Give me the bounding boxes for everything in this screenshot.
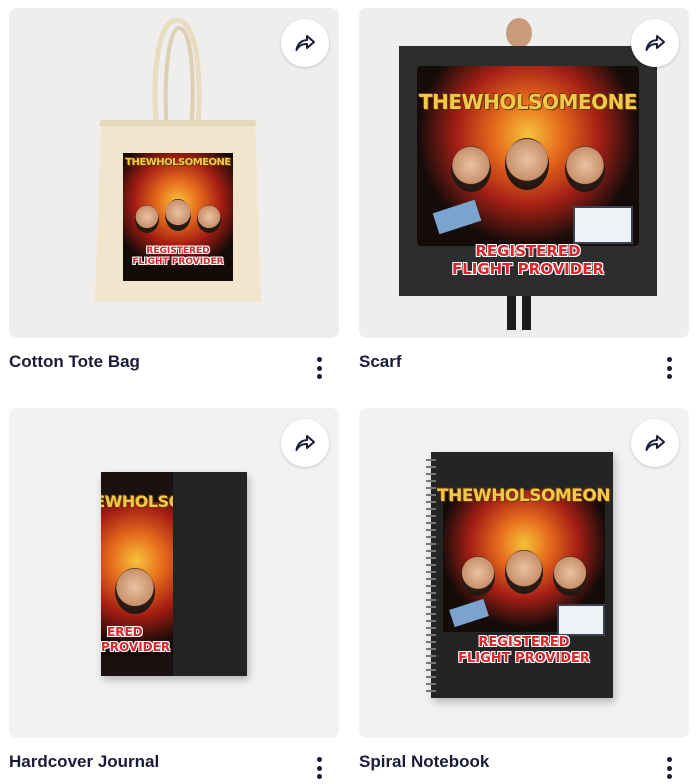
kebab-dot: [316, 357, 322, 362]
notebook-tagline-2: FLIGHT PROVIDER: [458, 651, 590, 666]
laptop: [557, 604, 605, 636]
product-title[interactable]: Cotton Tote Bag: [9, 352, 140, 372]
kebab-dot: [316, 365, 322, 371]
product-card-scarf[interactable]: THEWHOLSOMEONE REGISTERED FLIGHT PROVIDE…: [359, 8, 689, 379]
scarf-tagline-1: REGISTERED: [475, 242, 581, 260]
share-button-journal[interactable]: [281, 419, 329, 467]
kebab-dot: [666, 765, 672, 771]
notebook-cover: THEWHOLSOMEONE REGISTERED FLIGHT PROVIDE…: [426, 452, 613, 698]
product-title[interactable]: Scarf: [359, 352, 402, 372]
scarf-tagline-2: FLIGHT PROVIDER: [451, 260, 605, 278]
scarf-headline: THEWHOLSOMEONE: [419, 90, 637, 114]
product-card-tote[interactable]: THEWHOLSOMEONE REGISTERED FLIGHT PROVIDE…: [9, 8, 339, 379]
scarf-print: THEWHOLSOMEONE REGISTERED FLIGHT PROVIDE…: [399, 46, 657, 296]
journal-cover: THEWHOLSOMEONE ERED PROVIDER: [101, 472, 247, 676]
kebab-dot: [316, 757, 322, 762]
face: [135, 205, 159, 233]
face: [461, 556, 495, 596]
journal-tagline-1: ERED: [107, 625, 143, 639]
tote-tagline-2: FLIGHT PROVIDER: [132, 257, 224, 267]
product-image-tote[interactable]: THEWHOLSOMEONE REGISTERED FLIGHT PROVIDE…: [9, 8, 339, 338]
face: [553, 556, 587, 596]
notebook-headline: THEWHOLSOMEONE: [437, 486, 611, 506]
tote-headline: THEWHOLSOMEONE: [125, 157, 231, 168]
face: [505, 550, 543, 594]
notebook-tagline-1: REGISTERED: [478, 635, 570, 650]
product-card-notebook[interactable]: THEWHOLSOMEONE REGISTERED FLIGHT PROVIDE…: [359, 408, 689, 779]
kebab-dot: [316, 774, 322, 779]
product-grid: THEWHOLSOMEONE REGISTERED FLIGHT PROVIDE…: [0, 0, 697, 784]
tote-tagline-1: REGISTERED: [146, 246, 210, 256]
more-options-button[interactable]: [315, 357, 323, 379]
more-options-button[interactable]: [665, 757, 673, 779]
spiral-binding: [426, 459, 436, 692]
product-image-scarf[interactable]: THEWHOLSOMEONE REGISTERED FLIGHT PROVIDE…: [359, 8, 689, 338]
notebook-print: THEWHOLSOMEONE REGISTERED FLIGHT PROVIDE…: [437, 472, 611, 672]
face: [115, 568, 155, 614]
kebab-dot: [666, 357, 672, 362]
journal-headline: THEWHOLSOMEONE: [101, 492, 173, 511]
more-options-button[interactable]: [665, 357, 673, 379]
face: [505, 138, 549, 190]
face: [451, 146, 491, 192]
share-button-tote[interactable]: [281, 19, 329, 67]
share-arrow-icon: [295, 435, 315, 451]
kebab-dot: [666, 757, 672, 762]
journal-tagline-2: PROVIDER: [101, 640, 171, 654]
more-options-button[interactable]: [315, 757, 323, 779]
kebab-dot: [316, 765, 322, 771]
face: [197, 205, 221, 233]
kebab-dot: [316, 374, 322, 379]
kebab-dot: [666, 365, 672, 371]
product-title[interactable]: Spiral Notebook: [359, 752, 489, 772]
share-button-scarf[interactable]: [631, 19, 679, 67]
share-arrow-icon: [645, 435, 665, 451]
kebab-dot: [666, 774, 672, 779]
model-head: [506, 18, 532, 48]
share-arrow-icon: [295, 35, 315, 51]
journal-print: THEWHOLSOMEONE ERED PROVIDER: [101, 472, 173, 676]
share-button-notebook[interactable]: [631, 419, 679, 467]
face: [165, 199, 191, 231]
product-image-notebook[interactable]: THEWHOLSOMEONE REGISTERED FLIGHT PROVIDE…: [359, 408, 689, 738]
tote-print: THEWHOLSOMEONE REGISTERED FLIGHT PROVIDE…: [123, 153, 233, 281]
product-card-journal[interactable]: THEWHOLSOMEONE ERED PROVIDER Hardcover J…: [9, 408, 339, 779]
laptop: [573, 206, 633, 244]
product-image-journal[interactable]: THEWHOLSOMEONE ERED PROVIDER: [9, 408, 339, 738]
share-arrow-icon: [645, 35, 665, 51]
product-title[interactable]: Hardcover Journal: [9, 752, 159, 772]
face: [565, 146, 605, 192]
kebab-dot: [666, 374, 672, 379]
